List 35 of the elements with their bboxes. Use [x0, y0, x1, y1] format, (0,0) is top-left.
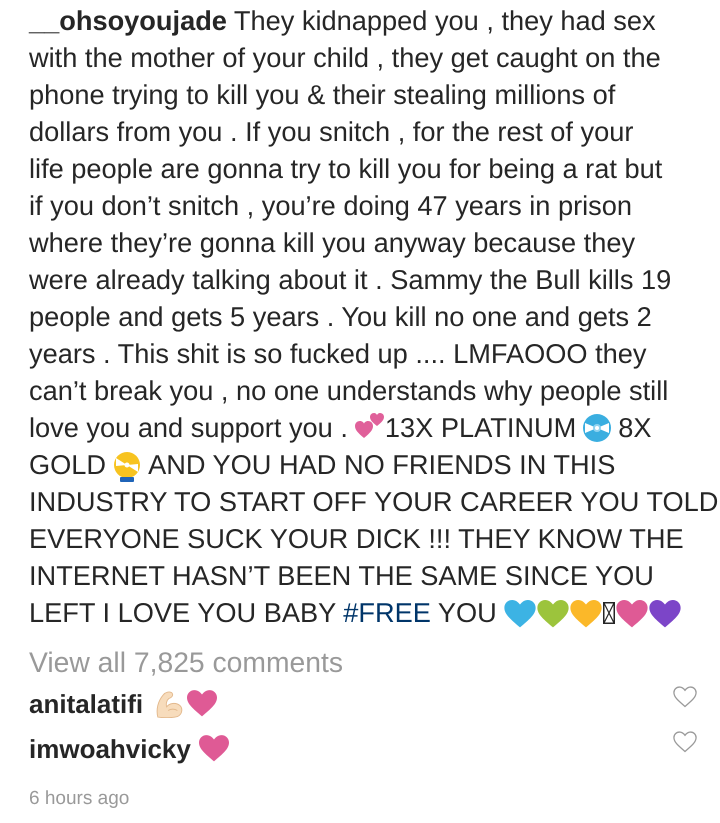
caption-text: INTERNET HASN’T BEEN THE SAME SINCE YOU	[29, 560, 654, 592]
caption-text: dollars from you . If you snitch , for the rest of your	[29, 116, 634, 148]
comment-username[interactable]: anitalatifi	[29, 688, 144, 720]
caption-text: GOLD	[29, 448, 106, 480]
username-link[interactable]: __ohsoyoujade	[29, 4, 227, 36]
caption-text: phone trying to kill you & their stealing millions of	[29, 78, 616, 110]
caption-text: if you don’t snitch , you’re doing 47 years in prison	[29, 190, 632, 222]
heart-outline-icon	[673, 730, 697, 752]
caption-text: AND YOU HAD NO FRIENDS IN THIS	[148, 448, 616, 480]
caption-text: years . This shit is so fucked up .... LMFAOOO they	[29, 338, 646, 370]
caption-text: life people are gonna try to kill you for being a rat but	[29, 152, 662, 184]
caption-text: LEFT I LOVE YOU BABY	[29, 596, 336, 628]
heart-outline-icon	[673, 686, 697, 708]
caption-text: were already talking about it . Sammy the Bull kills 19	[29, 264, 672, 296]
dvd-disc-icon	[113, 452, 142, 482]
like-button[interactable]	[673, 730, 697, 752]
two-hearts-icon	[354, 412, 385, 439]
caption-text: 8X	[618, 412, 652, 444]
caption-text: INDUSTRY TO START OFF YOUR CAREER YOU TOLD	[29, 486, 718, 518]
caption-text: with the mother of your child , they get caught on the	[29, 42, 661, 74]
caption-text: people and gets 5 years . You kill no one and gets 2	[29, 300, 652, 332]
post-timestamp: 6 hours ago	[29, 787, 130, 811]
caption-text: They kidnapped you , they had sex	[234, 4, 656, 36]
missing-glyph-icon	[602, 602, 615, 624]
comment-username[interactable]: imwoahvicky	[29, 732, 191, 764]
caption-text: where they’re gonna kill you anyway because they	[29, 226, 636, 258]
like-button[interactable]	[673, 686, 697, 708]
caption-text: love you and support you .	[29, 412, 348, 444]
caption-text: YOU	[438, 596, 497, 628]
flexed-arm-icon	[155, 690, 184, 718]
caption-text: EVERYONE SUCK YOUR DICK !!! THEY KNOW THE	[29, 522, 684, 554]
hashtag-link[interactable]: #FREE	[343, 596, 431, 628]
caption-text: 13X PLATINUM	[384, 412, 576, 444]
disc-icon	[583, 414, 612, 442]
caption-text: can’t break you , no one understands why people still	[29, 374, 668, 406]
